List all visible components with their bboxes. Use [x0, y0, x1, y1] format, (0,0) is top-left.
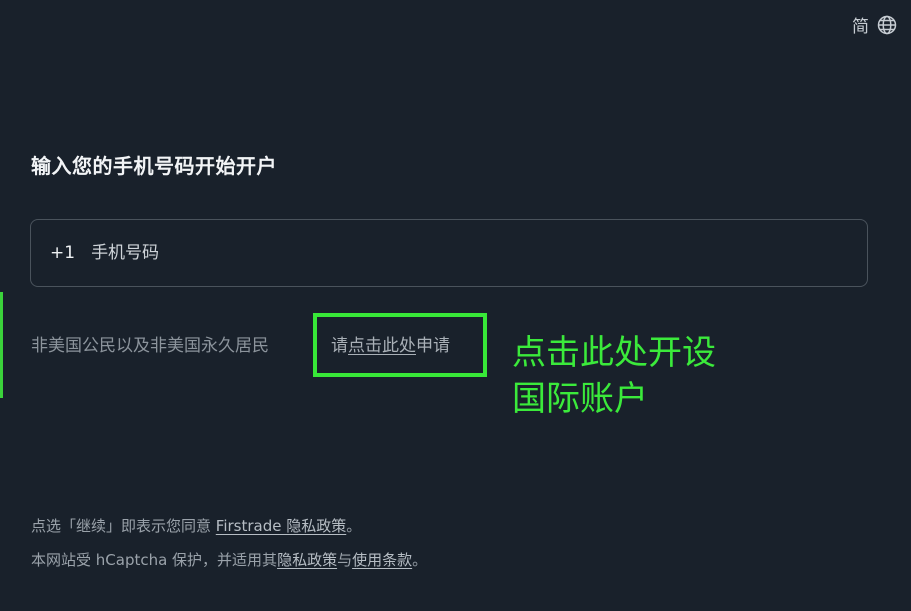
phone-input[interactable] — [89, 242, 794, 264]
hcaptcha-and: 与 — [337, 551, 353, 569]
legal-consent-text: 点选「继续」即表示您同意 — [31, 517, 216, 535]
callout-annotation: 点击此处开设 国际账户 — [512, 330, 716, 422]
hcaptcha-end: 。 — [412, 551, 428, 569]
apply-row: 请点击此处申请 — [331, 331, 450, 356]
hcaptcha-privacy-link[interactable]: 隐私政策 — [277, 551, 337, 569]
language-label[interactable]: 简 — [852, 12, 869, 37]
apply-suffix: 申请 — [416, 336, 450, 356]
firstrade-privacy-link[interactable]: Firstrade 隐私政策 — [216, 517, 346, 535]
hcaptcha-terms-link[interactable]: 使用条款 — [352, 551, 412, 569]
click-here-link[interactable]: 点击此处 — [348, 336, 416, 356]
phone-field[interactable]: +1 — [30, 219, 868, 287]
legal-consent: 点选「继续」即表示您同意 Firstrade 隐私政策。 — [31, 515, 361, 536]
non-us-notice: 非美国公民以及非美国永久居民 — [31, 336, 269, 356]
callout-line-2: 国际账户 — [512, 379, 648, 419]
country-code[interactable]: +1 — [50, 243, 75, 263]
language-switcher[interactable]: 简 — [852, 12, 897, 37]
left-accent-bar — [0, 292, 3, 398]
legal-consent-end: 。 — [346, 517, 362, 535]
apply-prefix: 请 — [331, 336, 348, 356]
callout-line-1: 点击此处开设 — [512, 333, 716, 373]
globe-icon[interactable] — [877, 15, 897, 35]
page-title: 输入您的手机号码开始开户 — [31, 154, 277, 178]
legal-hcaptcha: 本网站受 hCaptcha 保护，并适用其隐私政策与使用条款。 — [31, 549, 427, 570]
hcaptcha-text: 本网站受 hCaptcha 保护，并适用其 — [31, 551, 278, 569]
